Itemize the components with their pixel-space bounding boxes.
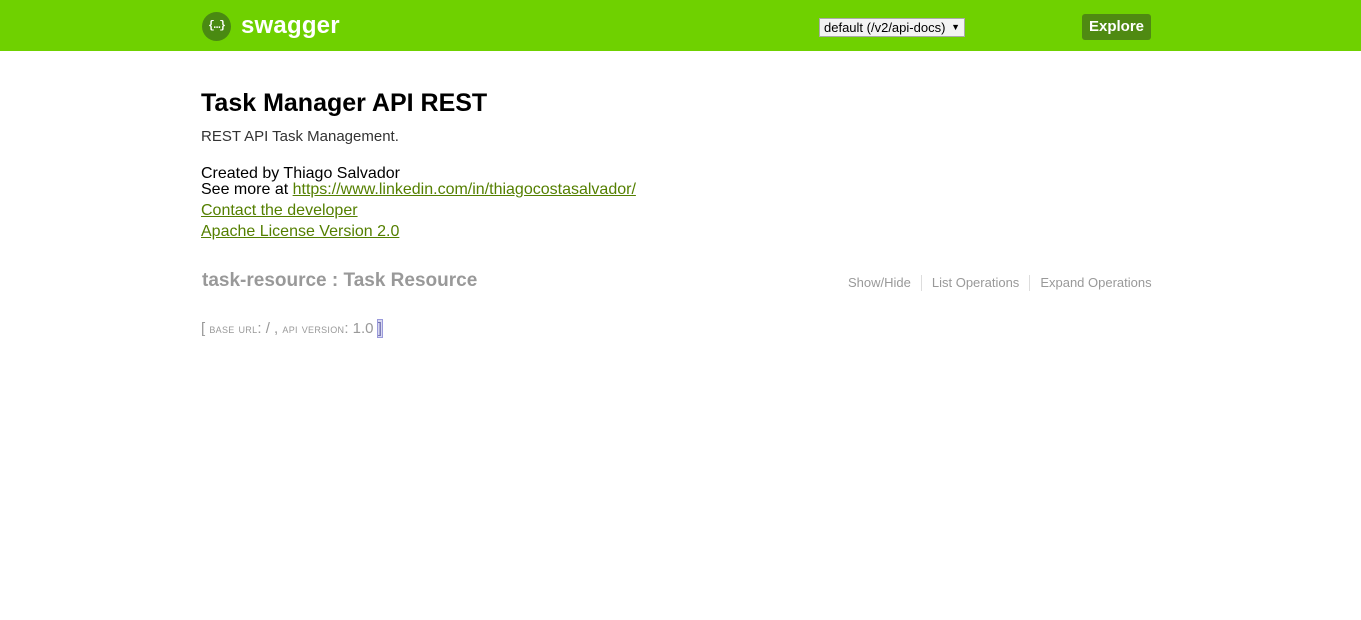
close-bracket: ]	[376, 319, 383, 338]
api-description: REST API Task Management.	[201, 128, 399, 145]
api-version-value: : 1.0	[344, 320, 378, 337]
spec-select[interactable]: default (/v2/api-docs) ▼	[819, 18, 965, 37]
api-version-label: api version	[282, 321, 345, 336]
chevron-down-icon: ▼	[951, 22, 960, 32]
swagger-logo[interactable]: {…} swagger	[202, 11, 340, 41]
spec-select-value: default (/v2/api-docs)	[824, 20, 946, 35]
resource-heading[interactable]: task-resource : Task Resource	[202, 270, 477, 292]
open-bracket: [	[201, 320, 206, 337]
show-hide-link[interactable]: Show/Hide	[838, 275, 921, 291]
linkedin-link[interactable]: https://www.linkedin.com/in/thiagocostas…	[293, 181, 636, 198]
see-more-line: See more at https://www.linkedin.com/in/…	[201, 181, 636, 199]
list-operations-link[interactable]: List Operations	[920, 275, 1029, 291]
license-link[interactable]: Apache License Version 2.0	[201, 223, 399, 241]
base-url-value: : / ,	[257, 320, 283, 337]
resource-operations: Show/Hide List Operations Expand Operati…	[838, 275, 1162, 291]
base-url-label: base url	[209, 321, 258, 336]
expand-operations-link[interactable]: Expand Operations	[1029, 275, 1161, 291]
api-title: Task Manager API REST	[201, 89, 488, 117]
swagger-logo-icon: {…}	[202, 11, 231, 41]
top-bar: {…} swagger default (/v2/api-docs) ▼ Exp…	[0, 0, 1361, 51]
see-more-prefix: See more at	[201, 181, 293, 198]
explore-button[interactable]: Explore	[1082, 14, 1151, 40]
swagger-logo-text: swagger	[241, 12, 340, 39]
api-footer-info: [ base url: / , api version: 1.0 ]	[201, 319, 383, 338]
contact-developer-link[interactable]: Contact the developer	[201, 202, 358, 220]
